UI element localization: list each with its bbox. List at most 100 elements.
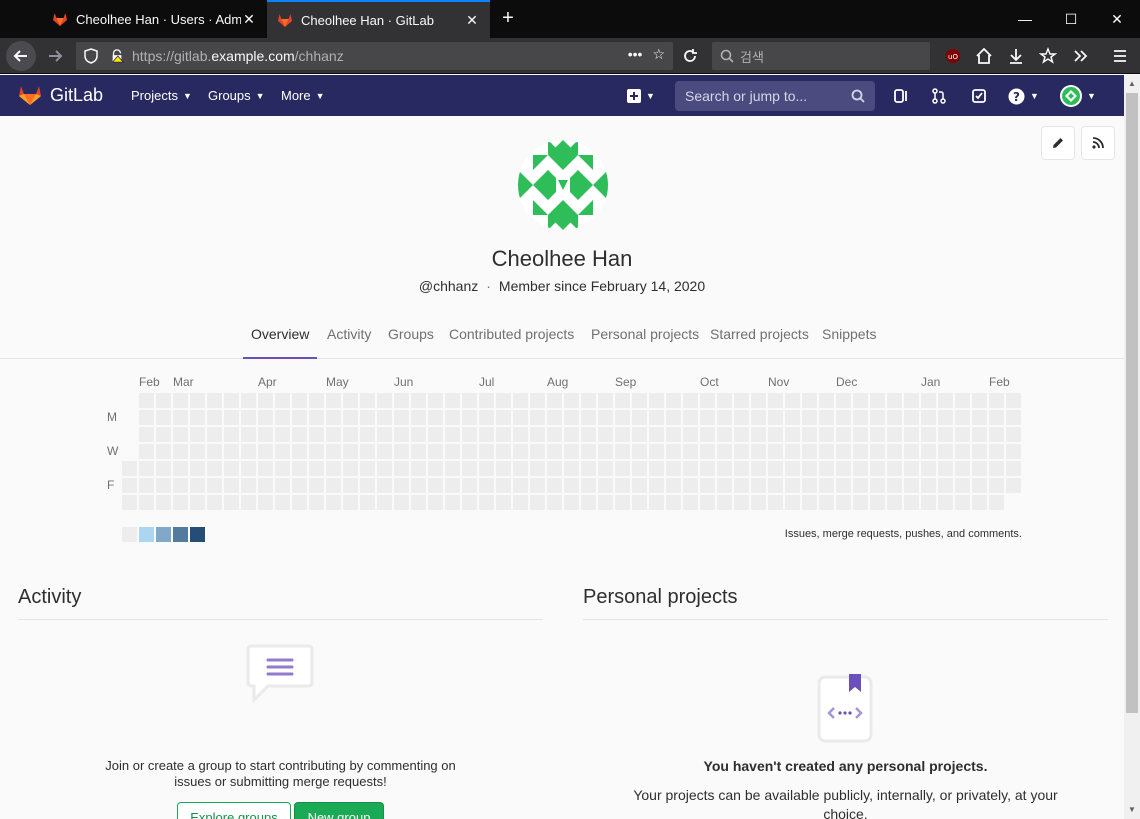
calendar-day-cell[interactable] xyxy=(615,427,630,442)
calendar-day-cell[interactable] xyxy=(326,393,341,408)
calendar-day-cell[interactable] xyxy=(224,410,239,425)
calendar-day-cell[interactable] xyxy=(258,410,273,425)
calendar-day-cell[interactable] xyxy=(258,444,273,459)
calendar-day-cell[interactable] xyxy=(989,410,1004,425)
calendar-day-cell[interactable] xyxy=(122,478,137,493)
calendar-day-cell[interactable] xyxy=(479,461,494,476)
calendar-day-cell[interactable] xyxy=(734,393,749,408)
calendar-day-cell[interactable] xyxy=(326,495,341,510)
calendar-day-cell[interactable] xyxy=(224,478,239,493)
calendar-day-cell[interactable] xyxy=(309,495,324,510)
calendar-day-cell[interactable] xyxy=(717,410,732,425)
calendar-day-cell[interactable] xyxy=(207,410,222,425)
calendar-day-cell[interactable] xyxy=(751,444,766,459)
calendar-day-cell[interactable] xyxy=(292,410,307,425)
calendar-day-cell[interactable] xyxy=(751,393,766,408)
calendar-day-cell[interactable] xyxy=(921,393,936,408)
calendar-day-cell[interactable] xyxy=(394,478,409,493)
calendar-day-cell[interactable] xyxy=(343,461,358,476)
new-tab-icon[interactable]: + xyxy=(496,6,520,30)
calendar-day-cell[interactable] xyxy=(870,427,885,442)
calendar-day-cell[interactable] xyxy=(921,427,936,442)
calendar-day-cell[interactable] xyxy=(751,410,766,425)
calendar-day-cell[interactable] xyxy=(717,495,732,510)
calendar-day-cell[interactable] xyxy=(921,444,936,459)
calendar-day-cell[interactable] xyxy=(700,461,715,476)
calendar-day-cell[interactable] xyxy=(530,461,545,476)
page-actions-icon[interactable]: ••• xyxy=(628,46,643,63)
calendar-day-cell[interactable] xyxy=(139,444,154,459)
calendar-day-cell[interactable] xyxy=(989,478,1004,493)
calendar-day-cell[interactable] xyxy=(921,410,936,425)
calendar-day-cell[interactable] xyxy=(649,393,664,408)
calendar-day-cell[interactable] xyxy=(751,461,766,476)
calendar-day-cell[interactable] xyxy=(530,495,545,510)
calendar-day-cell[interactable] xyxy=(819,495,834,510)
calendar-day-cell[interactable] xyxy=(870,393,885,408)
more-menu[interactable]: More ▼ xyxy=(281,75,325,116)
calendar-day-cell[interactable] xyxy=(564,461,579,476)
calendar-day-cell[interactable] xyxy=(343,478,358,493)
home-icon[interactable] xyxy=(974,46,994,66)
calendar-day-cell[interactable] xyxy=(649,427,664,442)
calendar-day-cell[interactable] xyxy=(989,461,1004,476)
calendar-day-cell[interactable] xyxy=(479,393,494,408)
calendar-day-cell[interactable] xyxy=(785,410,800,425)
calendar-day-cell[interactable] xyxy=(462,427,477,442)
calendar-day-cell[interactable] xyxy=(547,427,562,442)
calendar-day-cell[interactable] xyxy=(122,495,137,510)
calendar-day-cell[interactable] xyxy=(785,461,800,476)
calendar-day-cell[interactable] xyxy=(768,410,783,425)
calendar-day-cell[interactable] xyxy=(207,444,222,459)
calendar-day-cell[interactable] xyxy=(462,461,477,476)
calendar-day-cell[interactable] xyxy=(496,393,511,408)
calendar-day-cell[interactable] xyxy=(581,461,596,476)
calendar-day-cell[interactable] xyxy=(853,393,868,408)
calendar-day-cell[interactable] xyxy=(156,478,171,493)
calendar-day-cell[interactable] xyxy=(700,495,715,510)
calendar-day-cell[interactable] xyxy=(360,427,375,442)
calendar-day-cell[interactable] xyxy=(428,393,443,408)
calendar-day-cell[interactable] xyxy=(683,427,698,442)
calendar-day-cell[interactable] xyxy=(445,461,460,476)
tab-contributed-projects[interactable]: Contributed projects xyxy=(441,316,582,359)
calendar-day-cell[interactable] xyxy=(479,495,494,510)
calendar-day-cell[interactable] xyxy=(632,410,647,425)
edit-profile-button[interactable] xyxy=(1041,126,1075,160)
calendar-day-cell[interactable] xyxy=(989,495,1004,510)
calendar-day-cell[interactable] xyxy=(496,410,511,425)
calendar-day-cell[interactable] xyxy=(615,410,630,425)
calendar-day-cell[interactable] xyxy=(972,393,987,408)
calendar-day-cell[interactable] xyxy=(649,461,664,476)
download-icon[interactable] xyxy=(1006,46,1026,66)
calendar-day-cell[interactable] xyxy=(598,427,613,442)
calendar-day-cell[interactable] xyxy=(513,410,528,425)
calendar-day-cell[interactable] xyxy=(360,461,375,476)
calendar-day-cell[interactable] xyxy=(190,495,205,510)
calendar-day-cell[interactable] xyxy=(530,478,545,493)
calendar-day-cell[interactable] xyxy=(241,393,256,408)
calendar-day-cell[interactable] xyxy=(173,393,188,408)
calendar-day-cell[interactable] xyxy=(938,495,953,510)
calendar-day-cell[interactable] xyxy=(768,478,783,493)
browser-tab-profile[interactable]: Cheolhee Han · GitLab ✕ xyxy=(267,0,490,38)
reload-icon[interactable] xyxy=(680,46,700,66)
calendar-day-cell[interactable] xyxy=(207,495,222,510)
rss-feed-button[interactable] xyxy=(1081,126,1115,160)
calendar-day-cell[interactable] xyxy=(139,495,154,510)
calendar-day-cell[interactable] xyxy=(938,410,953,425)
calendar-day-cell[interactable] xyxy=(989,444,1004,459)
calendar-day-cell[interactable] xyxy=(598,410,613,425)
calendar-day-cell[interactable] xyxy=(564,478,579,493)
calendar-day-cell[interactable] xyxy=(496,444,511,459)
calendar-day-cell[interactable] xyxy=(343,495,358,510)
tab-snippets[interactable]: Snippets xyxy=(814,316,884,359)
calendar-day-cell[interactable] xyxy=(802,478,817,493)
calendar-day-cell[interactable] xyxy=(955,427,970,442)
calendar-day-cell[interactable] xyxy=(275,410,290,425)
calendar-day-cell[interactable] xyxy=(309,461,324,476)
bookmark-star-icon[interactable]: ☆ xyxy=(652,46,665,63)
calendar-day-cell[interactable] xyxy=(683,478,698,493)
calendar-day-cell[interactable] xyxy=(309,393,324,408)
close-tab-icon[interactable]: ✕ xyxy=(464,12,480,29)
